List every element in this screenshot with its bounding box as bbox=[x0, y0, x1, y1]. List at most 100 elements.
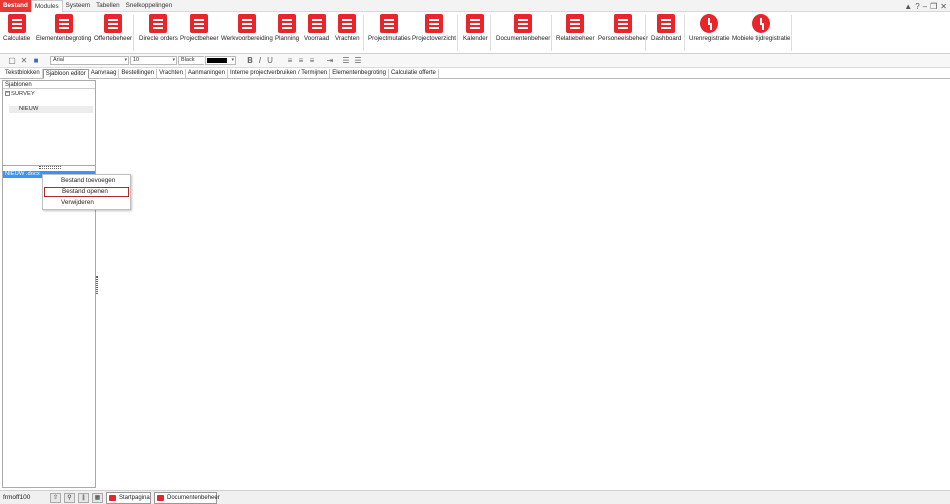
menu-tabellen[interactable]: Tabellen bbox=[93, 0, 122, 12]
templates-panel-title: Sjablonen bbox=[3, 81, 95, 89]
tree-node-nieuw[interactable]: NIEUW bbox=[9, 106, 93, 113]
clock-icon bbox=[700, 14, 719, 33]
bold-icon[interactable]: 𝐁 bbox=[246, 57, 254, 65]
chevron-down-icon: ▾ bbox=[172, 57, 175, 63]
collapse-ribbon-icon[interactable]: ▲ bbox=[904, 2, 912, 11]
form-id: frmoff100 bbox=[3, 494, 31, 501]
ribbon-offertebeheer-button[interactable]: Offertebeheer bbox=[94, 14, 132, 42]
close-icon[interactable]: ✕ bbox=[940, 2, 947, 11]
tree-node-label: SURVEY bbox=[11, 91, 35, 98]
tab-aanvraag[interactable]: Aanvraag bbox=[89, 69, 120, 79]
tab-sjabloon-editor[interactable]: Sjabloon editor bbox=[42, 69, 89, 79]
menu-modules[interactable]: Modules bbox=[30, 0, 63, 12]
status-bar: frmoff100 ⇧ ⚲ ∥ ▦ Startpagina Documenten… bbox=[0, 490, 950, 504]
ribbon-label: Vrachten bbox=[335, 35, 360, 42]
calendar-icon bbox=[466, 14, 485, 33]
tree-node-survey[interactable]: – SURVEY bbox=[5, 91, 35, 97]
ribbon-kalender-button[interactable]: Kalender bbox=[463, 14, 488, 42]
format-toolbar: ▢ ✕ ■ Arial ▾ 10 ▾ Black ▾ 𝐁 𝐼 U ≡ ≡ ≡ ⇥… bbox=[0, 54, 950, 68]
tab-tekstblokken[interactable]: Tekstblokken bbox=[3, 69, 43, 79]
document-icon bbox=[157, 495, 164, 501]
ribbon-calculatie-button[interactable]: Calculatie bbox=[3, 14, 30, 42]
ribbon-label: Dashboard bbox=[651, 35, 682, 42]
ribbon-planning-button[interactable]: Planning bbox=[275, 14, 299, 42]
color-name-field[interactable]: Black bbox=[178, 56, 204, 65]
italic-icon[interactable]: 𝐼 bbox=[256, 57, 264, 65]
chevron-down-icon: ▾ bbox=[231, 57, 234, 63]
task-startpagina[interactable]: Startpagina bbox=[106, 492, 151, 504]
tab-elementenbegroting[interactable]: Elementenbegroting bbox=[330, 69, 389, 79]
align-right-icon[interactable]: ≡ bbox=[308, 57, 316, 65]
vertical-splitter[interactable] bbox=[96, 276, 98, 294]
module-ribbon: Calculatie Elementenbegroting Offertebeh… bbox=[0, 12, 950, 54]
minimize-icon[interactable]: – bbox=[923, 2, 927, 11]
ribbon-documentenbeheer-button[interactable]: Documentenbeheer bbox=[496, 14, 550, 42]
tab-interne-projectverbruiken[interactable]: Interne projectverbruiken / Termijnen bbox=[228, 69, 331, 79]
ribbon-dashboard-button[interactable]: Dashboard bbox=[651, 14, 681, 42]
ribbon-label: Relatiebeheer bbox=[556, 35, 595, 42]
tab-calculatie-offerte[interactable]: Calculatie offerte bbox=[389, 69, 439, 79]
bullet-list-icon[interactable]: ☰ bbox=[342, 57, 350, 65]
save-icon[interactable]: ■ bbox=[32, 57, 40, 65]
file-list: NIEUW .docx bbox=[3, 169, 95, 487]
underline-icon[interactable]: U bbox=[266, 57, 274, 65]
ribbon-separator bbox=[457, 15, 458, 51]
ribbon-werkvoorbereiding-button[interactable]: Werkvoorbereiding bbox=[221, 14, 273, 42]
ribbon-projectoverzicht-button[interactable]: Projectoverzicht bbox=[412, 14, 456, 42]
project-mutations-icon bbox=[380, 14, 399, 33]
attachment-icon[interactable]: ∥ bbox=[78, 493, 89, 503]
ribbon-personeelsbeheer-button[interactable]: Personeelsbeheer bbox=[598, 14, 648, 42]
truck-icon bbox=[338, 14, 357, 33]
font-size-select[interactable]: 10 ▾ bbox=[130, 56, 177, 65]
ribbon-voorraad-button[interactable]: Voorraad bbox=[304, 14, 329, 42]
element-budget-icon bbox=[54, 14, 73, 33]
ribbon-projectbeheer-button[interactable]: Projectbeheer bbox=[180, 14, 219, 42]
upload-icon[interactable]: ⇧ bbox=[50, 493, 61, 503]
task-label: Startpagina bbox=[119, 495, 150, 501]
calculator-icon bbox=[7, 14, 26, 33]
font-size-value: 10 bbox=[133, 57, 140, 63]
restore-icon[interactable]: ❐ bbox=[930, 2, 937, 11]
menu-bestand[interactable]: Bestand bbox=[0, 0, 31, 12]
menu-systeem[interactable]: Systeem bbox=[63, 0, 94, 12]
ribbon-relatiebeheer-button[interactable]: Relatiebeheer bbox=[556, 14, 595, 42]
ribbon-vrachten-button[interactable]: Vrachten bbox=[335, 14, 360, 42]
indent-icon[interactable]: ⇥ bbox=[326, 57, 334, 65]
task-documentenbeheer[interactable]: Documentenbeheer bbox=[154, 492, 220, 504]
menu-snelkoppelingen[interactable]: Snelkoppelingen bbox=[123, 0, 176, 12]
ribbon-urenregistratie-button[interactable]: Urenregistratie bbox=[689, 14, 730, 42]
align-center-icon[interactable]: ≡ bbox=[297, 57, 305, 65]
font-color-picker[interactable]: ▾ bbox=[205, 56, 236, 65]
ribbon-elementenbegroting-button[interactable]: Elementenbegroting bbox=[36, 14, 91, 42]
home-icon bbox=[109, 495, 116, 501]
new-document-icon[interactable]: ▢ bbox=[8, 57, 16, 65]
personnel-icon bbox=[614, 14, 633, 33]
planning-icon bbox=[278, 14, 297, 33]
grid-icon[interactable]: ▦ bbox=[92, 493, 103, 503]
ribbon-label: Documentenbeheer bbox=[496, 35, 551, 42]
ribbon-separator bbox=[791, 15, 792, 51]
color-name-value: Black bbox=[181, 57, 195, 63]
ribbon-separator bbox=[684, 15, 685, 51]
delete-icon[interactable]: ✕ bbox=[20, 57, 28, 65]
tab-vrachten[interactable]: Vrachten bbox=[157, 69, 186, 79]
ribbon-mobiele-tijdregistratie-button[interactable]: Mobiele tijdregistratie bbox=[732, 14, 790, 42]
tab-bestellingen[interactable]: Bestellingen bbox=[119, 69, 158, 79]
align-left-icon[interactable]: ≡ bbox=[286, 57, 294, 65]
ribbon-separator bbox=[363, 15, 364, 51]
ribbon-label: Projectbeheer bbox=[180, 35, 219, 42]
menu-item-bestand-toevoegen[interactable]: Bestand toevoegen bbox=[44, 176, 129, 186]
ribbon-directe-orders-button[interactable]: Directe orders bbox=[139, 14, 178, 42]
menu-item-verwijderen[interactable]: Verwijderen bbox=[44, 198, 129, 208]
ribbon-label: Werkvoorbereiding bbox=[221, 35, 273, 42]
ribbon-separator bbox=[133, 15, 134, 51]
help-icon[interactable]: ? bbox=[915, 2, 919, 11]
collapse-icon[interactable]: – bbox=[5, 91, 10, 96]
menu-item-bestand-openen[interactable]: Bestand openen bbox=[44, 187, 129, 197]
font-family-select[interactable]: Arial ▾ bbox=[50, 56, 129, 65]
search-icon[interactable]: ⚲ bbox=[64, 493, 75, 503]
tab-aanmaningen[interactable]: Aanmaningen bbox=[186, 69, 228, 79]
project-icon bbox=[190, 14, 209, 33]
numbered-list-icon[interactable]: ☰ bbox=[354, 57, 362, 65]
ribbon-projectmutaties-button[interactable]: Projectmutaties bbox=[368, 14, 411, 42]
